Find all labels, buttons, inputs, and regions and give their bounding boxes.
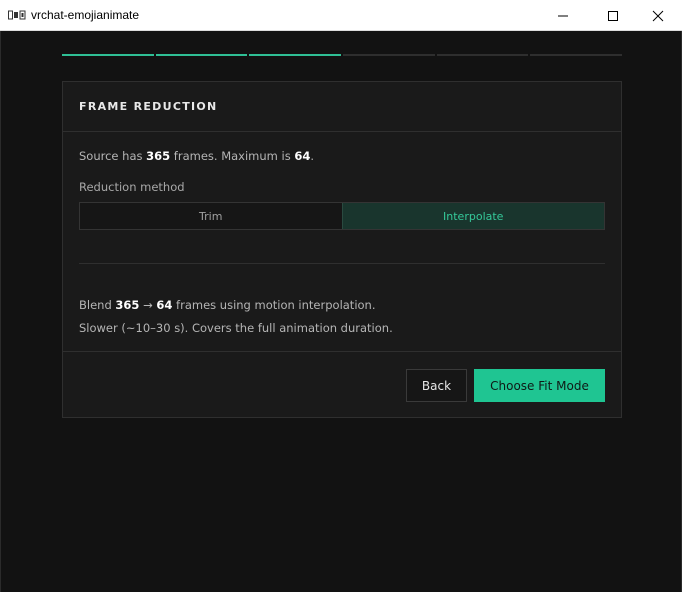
section-divider	[79, 263, 605, 264]
card-title: FRAME REDUCTION	[79, 100, 218, 113]
card-header: FRAME REDUCTION	[63, 82, 621, 132]
source-summary: Source has 365 frames. Maximum is 64.	[79, 149, 314, 163]
desc-prefix: Blend	[79, 298, 116, 312]
source-middle: frames. Maximum is	[170, 149, 295, 163]
reduction-method-label: Reduction method	[79, 180, 185, 194]
close-button[interactable]	[635, 0, 681, 31]
window-titlebar: vrchat-emojianimate	[0, 0, 682, 31]
frame-reduction-card: FRAME REDUCTION Source has 365 frames. M…	[62, 81, 622, 418]
step-progress	[62, 54, 623, 57]
progress-step-6	[530, 54, 623, 56]
method-option-interpolate[interactable]: Interpolate	[341, 203, 604, 229]
app-content: FRAME REDUCTION Source has 365 frames. M…	[0, 31, 682, 592]
maximize-button[interactable]	[590, 0, 636, 31]
progress-step-3	[249, 54, 342, 56]
minimize-icon	[558, 15, 568, 16]
close-icon	[652, 10, 664, 21]
source-suffix: .	[310, 149, 315, 163]
progress-step-2	[155, 54, 248, 56]
desc-suffix: frames using motion interpolation.	[172, 298, 376, 312]
desc-to-count: 64	[156, 298, 173, 312]
max-frame-count: 64	[294, 149, 311, 163]
method-option-trim[interactable]: Trim	[80, 203, 342, 229]
progress-step-1	[62, 54, 154, 56]
method-timing-note: Slower (~10–30 s). Covers the full anima…	[79, 321, 393, 335]
card-body: Source has 365 frames. Maximum is 64. Re…	[63, 132, 621, 352]
maximize-icon	[608, 10, 618, 21]
source-prefix: Source has	[79, 149, 147, 163]
app-icon	[8, 10, 26, 20]
desc-from-count: 365	[115, 298, 140, 312]
source-frame-count: 365	[146, 149, 171, 163]
method-description: Blend 365 → 64 frames using motion inter…	[79, 298, 376, 312]
progress-step-5	[436, 54, 529, 56]
progress-step-4	[343, 54, 435, 56]
back-button[interactable]: Back	[406, 369, 467, 402]
card-footer: Back Choose Fit Mode	[63, 351, 621, 417]
window-title: vrchat-emojianimate	[31, 8, 140, 22]
desc-arrow: →	[139, 298, 157, 312]
reduction-method-toggle: Trim Interpolate	[79, 202, 605, 230]
choose-fit-mode-button[interactable]: Choose Fit Mode	[474, 369, 605, 402]
minimize-button[interactable]	[540, 0, 586, 31]
